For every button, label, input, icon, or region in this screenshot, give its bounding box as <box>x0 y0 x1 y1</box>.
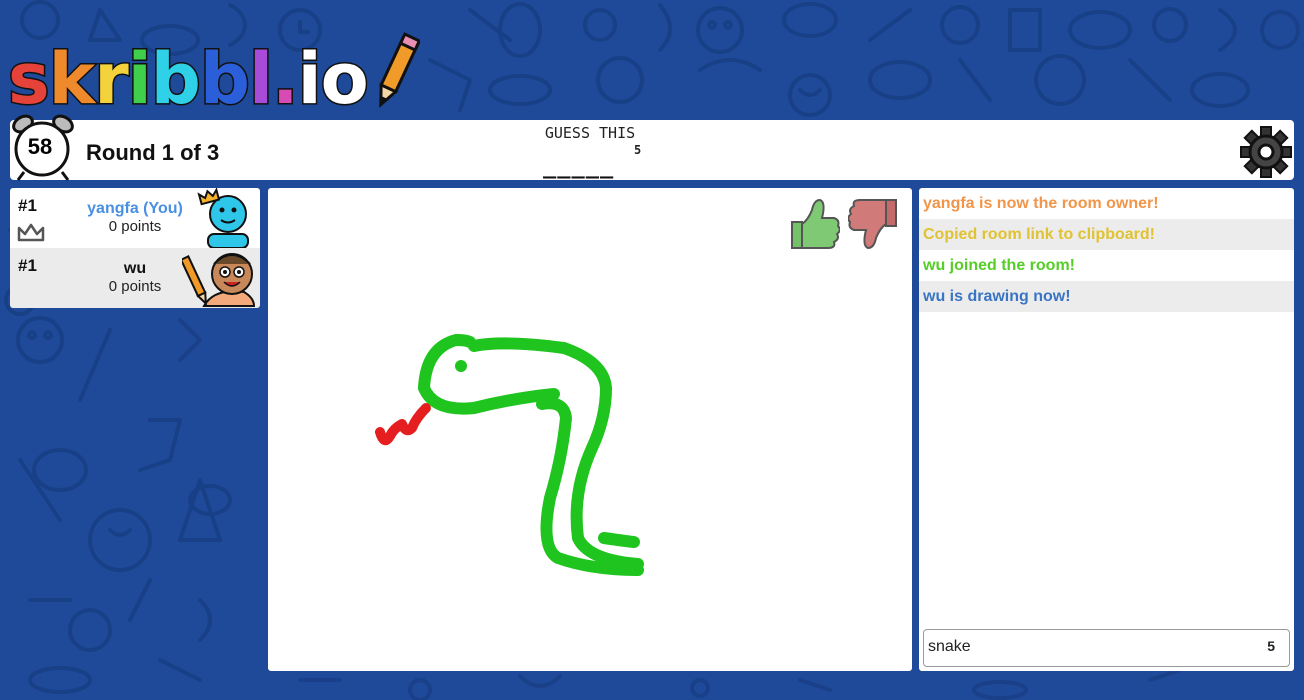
blue-avatar-with-crown <box>197 188 249 248</box>
chat-input-box[interactable]: 5 <box>923 629 1290 667</box>
logo-letter-l: l <box>247 38 274 120</box>
word-hint-blanks: _____ <box>543 154 615 179</box>
chat-input-char-count: 5 <box>1267 638 1275 654</box>
gear-icon[interactable] <box>1240 126 1292 178</box>
logo-letter-dot: . <box>271 38 301 120</box>
logo-letter-r: r <box>93 38 130 120</box>
player-name: yangfa (You) <box>87 200 183 217</box>
chat-panel: yangfa is now the room owner! Copied roo… <box>919 188 1294 671</box>
player-points: 0 points <box>108 278 162 295</box>
logo-letter-i2: i <box>296 38 323 120</box>
chat-message: wu is drawing now! <box>919 281 1294 312</box>
logo-letter-s: s <box>7 38 52 120</box>
drawing-avatar-with-pencil <box>182 253 256 307</box>
word-length: 5 <box>634 143 642 157</box>
player-name: wu <box>123 260 147 277</box>
player-list: #1 yangfa (You) 0 points #1 wu 0 points <box>10 188 260 308</box>
player-rank: #1 <box>18 256 37 275</box>
top-bar: 58 Round 1 of 3 GUESS THIS 5 _____ <box>10 114 1294 181</box>
snake-drawing <box>375 334 644 576</box>
logo-letter-b2: b <box>198 38 251 120</box>
logo-letter-k: k <box>47 38 97 120</box>
player-points: 0 points <box>108 218 162 235</box>
crown-outline-icon <box>17 223 45 242</box>
chat-message: wu joined the room! <box>923 257 1075 274</box>
guess-this-label: GUESS THIS <box>544 124 636 142</box>
chat-message: yangfa is now the room owner! <box>923 195 1159 212</box>
logo-letter-i: i <box>126 38 153 120</box>
round-indicator: Round 1 of 3 <box>86 140 220 165</box>
logo-letter-o: o <box>319 38 370 120</box>
skribbl-logo: s k r i b b l . i o <box>7 28 420 120</box>
drawing-canvas[interactable] <box>268 188 912 671</box>
pencil-icon <box>379 32 420 108</box>
player-row[interactable]: #1 yangfa (You) 0 points <box>10 188 260 248</box>
chat-message: Copied room link to clipboard! <box>919 219 1294 250</box>
player-rank: #1 <box>18 196 37 215</box>
logo-letter-b1: b <box>149 38 202 120</box>
player-row[interactable]: #1 wu 0 points <box>10 248 260 308</box>
timer-text: 58 <box>27 134 53 159</box>
chat-input[interactable] <box>928 638 1248 656</box>
